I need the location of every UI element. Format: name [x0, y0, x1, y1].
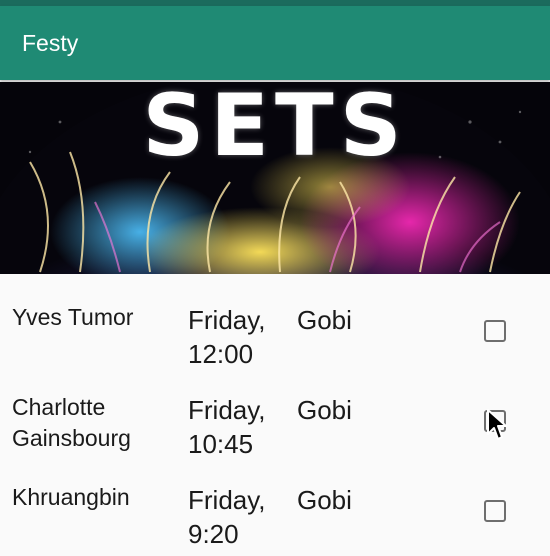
favorite-checkbox[interactable]	[484, 320, 506, 342]
artist-name: Khruangbin	[12, 484, 130, 510]
set-time: Friday, 12:00	[188, 303, 288, 371]
artist-name-line1: Charlotte	[12, 394, 106, 420]
hero-title: SETS	[142, 82, 408, 176]
set-day: Friday,	[188, 485, 266, 515]
stage-name: Gobi	[297, 395, 352, 425]
set-time: Friday, 9:20	[188, 483, 288, 551]
set-time: Friday, 10:45	[188, 393, 288, 461]
artist-name-line2: Gainsbourg	[12, 425, 131, 451]
set-day: Friday,	[188, 395, 266, 425]
list-item: Charlotte Gainsbourg Friday, 10:45 Gobi	[0, 364, 550, 459]
list-item: Khruangbin Friday, 9:20 Gobi	[0, 454, 550, 549]
stage-name: Gobi	[297, 305, 352, 335]
set-clock: 9:20	[188, 519, 239, 549]
artist-name: Yves Tumor	[12, 304, 134, 330]
app-title: Festy	[22, 30, 79, 56]
artist-name: Charlotte Gainsbourg	[12, 392, 177, 454]
set-day: Friday,	[188, 305, 266, 335]
mouse-pointer-icon	[487, 409, 507, 440]
list-item: Yves Tumor Friday, 12:00 Gobi	[0, 274, 550, 369]
stage-name: Gobi	[297, 485, 352, 515]
hero-banner: SETS	[0, 82, 550, 274]
app-bar: Festy	[0, 6, 550, 80]
sets-list: Yves Tumor Friday, 12:00 Gobi Charlotte …	[0, 274, 550, 556]
favorite-checkbox[interactable]	[484, 500, 506, 522]
